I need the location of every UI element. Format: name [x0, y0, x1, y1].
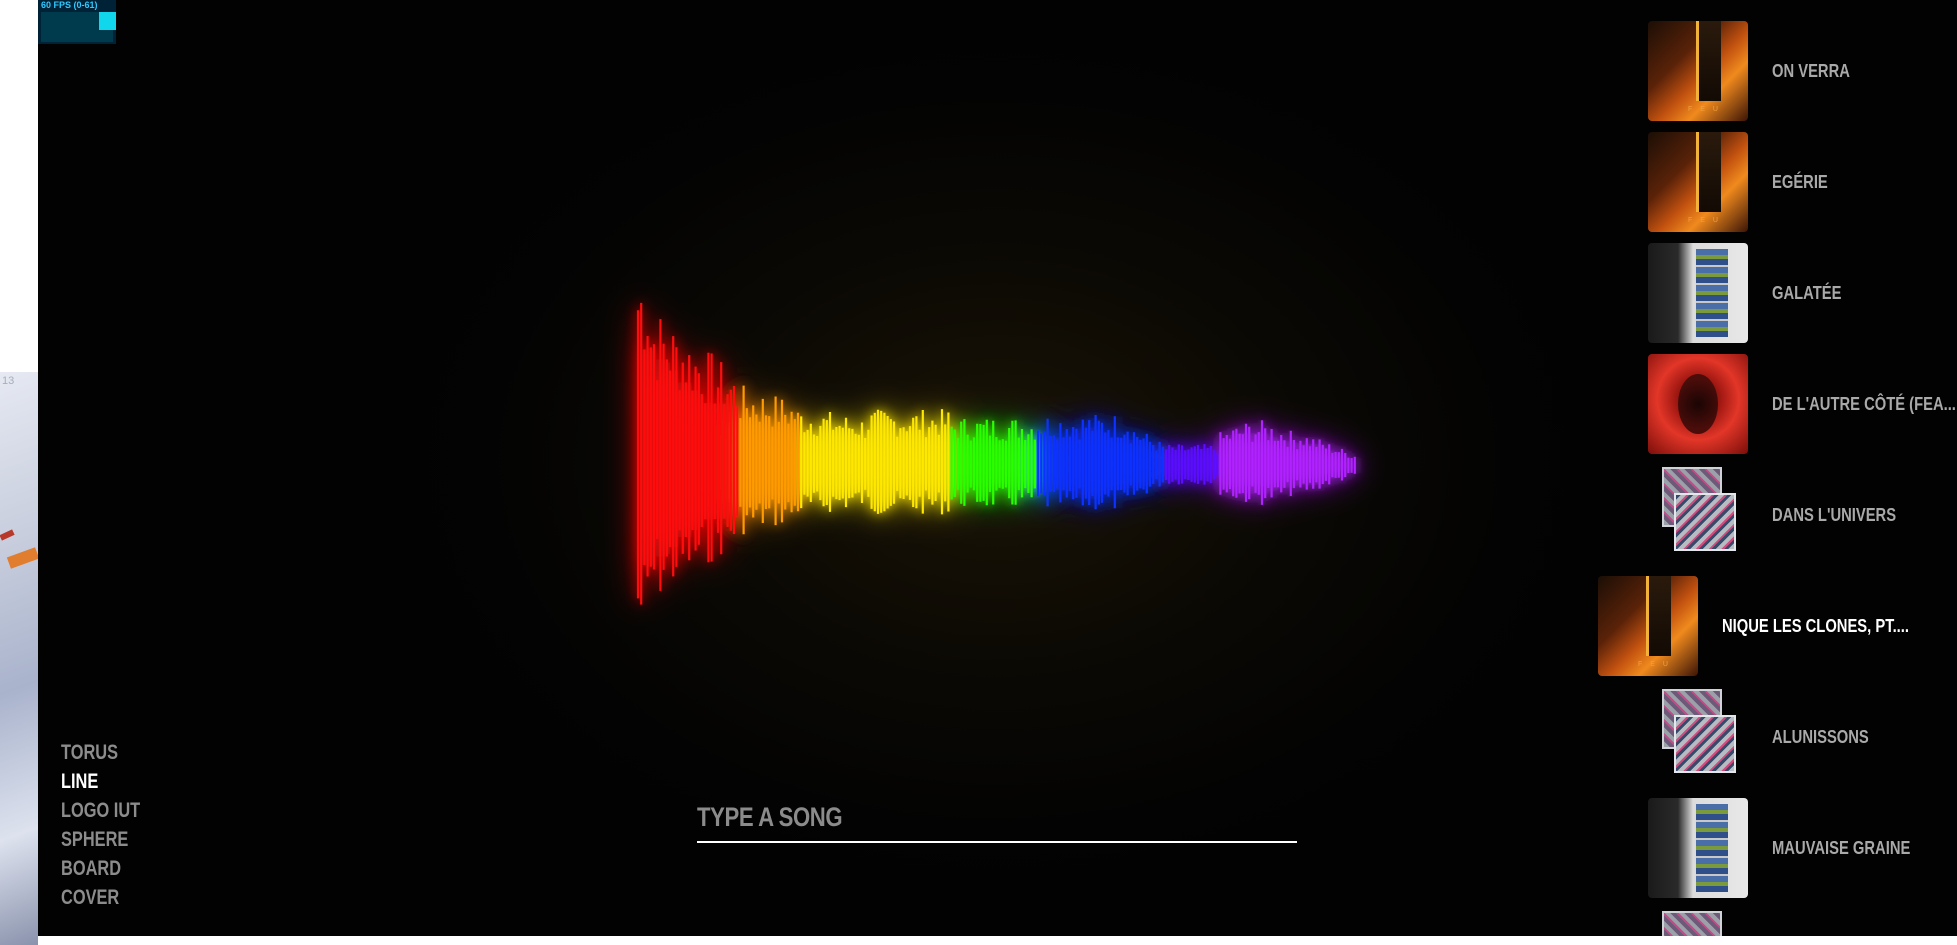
playlist-track[interactable]: DANS L'UNIVERS: [1648, 465, 1957, 565]
desktop-window-number: 13: [2, 375, 15, 387]
track-title: GALATÉE: [1772, 283, 1842, 303]
playlist-track[interactable]: MAUVAISE GRAINE: [1648, 798, 1957, 898]
album-cover-image: [1648, 687, 1748, 787]
mode-item-torus[interactable]: TORUS: [61, 738, 140, 767]
playlist-track[interactable]: GALATÉE: [1648, 243, 1957, 343]
visualizer-viewport[interactable]: 60 FPS (0-61) TORUSLINELOGO IUTSPHEREBOA…: [38, 0, 1957, 936]
album-cover-image: [1648, 465, 1748, 565]
song-search-field[interactable]: [697, 795, 1297, 843]
track-title: NIQUE LES CLONES, PT....: [1722, 616, 1909, 636]
album-cover-image: [1648, 798, 1748, 898]
mode-item-cover[interactable]: COVER: [61, 883, 140, 912]
mode-item-board[interactable]: BOARD: [61, 854, 140, 883]
visualizer-mode-menu: TORUS LINE LOGO IUT SPHERE BOARD COVER: [61, 738, 163, 912]
playlist-track[interactable]: DE L'AUTRE CÔTÉ (FEA...: [1648, 354, 1957, 454]
album-cover-image: [1648, 354, 1748, 454]
track-title: ALUNISSONS: [1772, 727, 1869, 747]
desktop-bottom-strip: [38, 936, 1957, 945]
track-title: ON VERRA: [1772, 61, 1850, 81]
desktop-window-preview[interactable]: [0, 372, 38, 945]
track-title: EGÉRIE: [1772, 172, 1828, 192]
playlist-track[interactable]: NIQUE LES CLONES, PT....: [1598, 576, 1957, 676]
track-title: MAUVAISE GRAINE: [1772, 838, 1911, 858]
playlist-track[interactable]: EGÉRIE: [1648, 132, 1957, 232]
mode-item-line[interactable]: LINE: [61, 767, 140, 796]
song-search-input[interactable]: [697, 795, 1189, 839]
track-title: DANS L'UNIVERS: [1772, 505, 1897, 525]
mode-item-logo-iut[interactable]: LOGO IUT: [61, 796, 140, 825]
mode-item-sphere[interactable]: SPHERE: [61, 825, 140, 854]
playlist-track[interactable]: ON VERRA: [1648, 21, 1957, 121]
track-title: DE L'AUTRE CÔTÉ (FEA...: [1772, 394, 1956, 414]
album-cover-image: [1648, 132, 1748, 232]
album-cover-image: [1598, 576, 1698, 676]
album-cover-image: [1648, 21, 1748, 121]
playlist-track[interactable]: ALUNISSONS: [1648, 687, 1957, 787]
album-cover-image: [1648, 243, 1748, 343]
